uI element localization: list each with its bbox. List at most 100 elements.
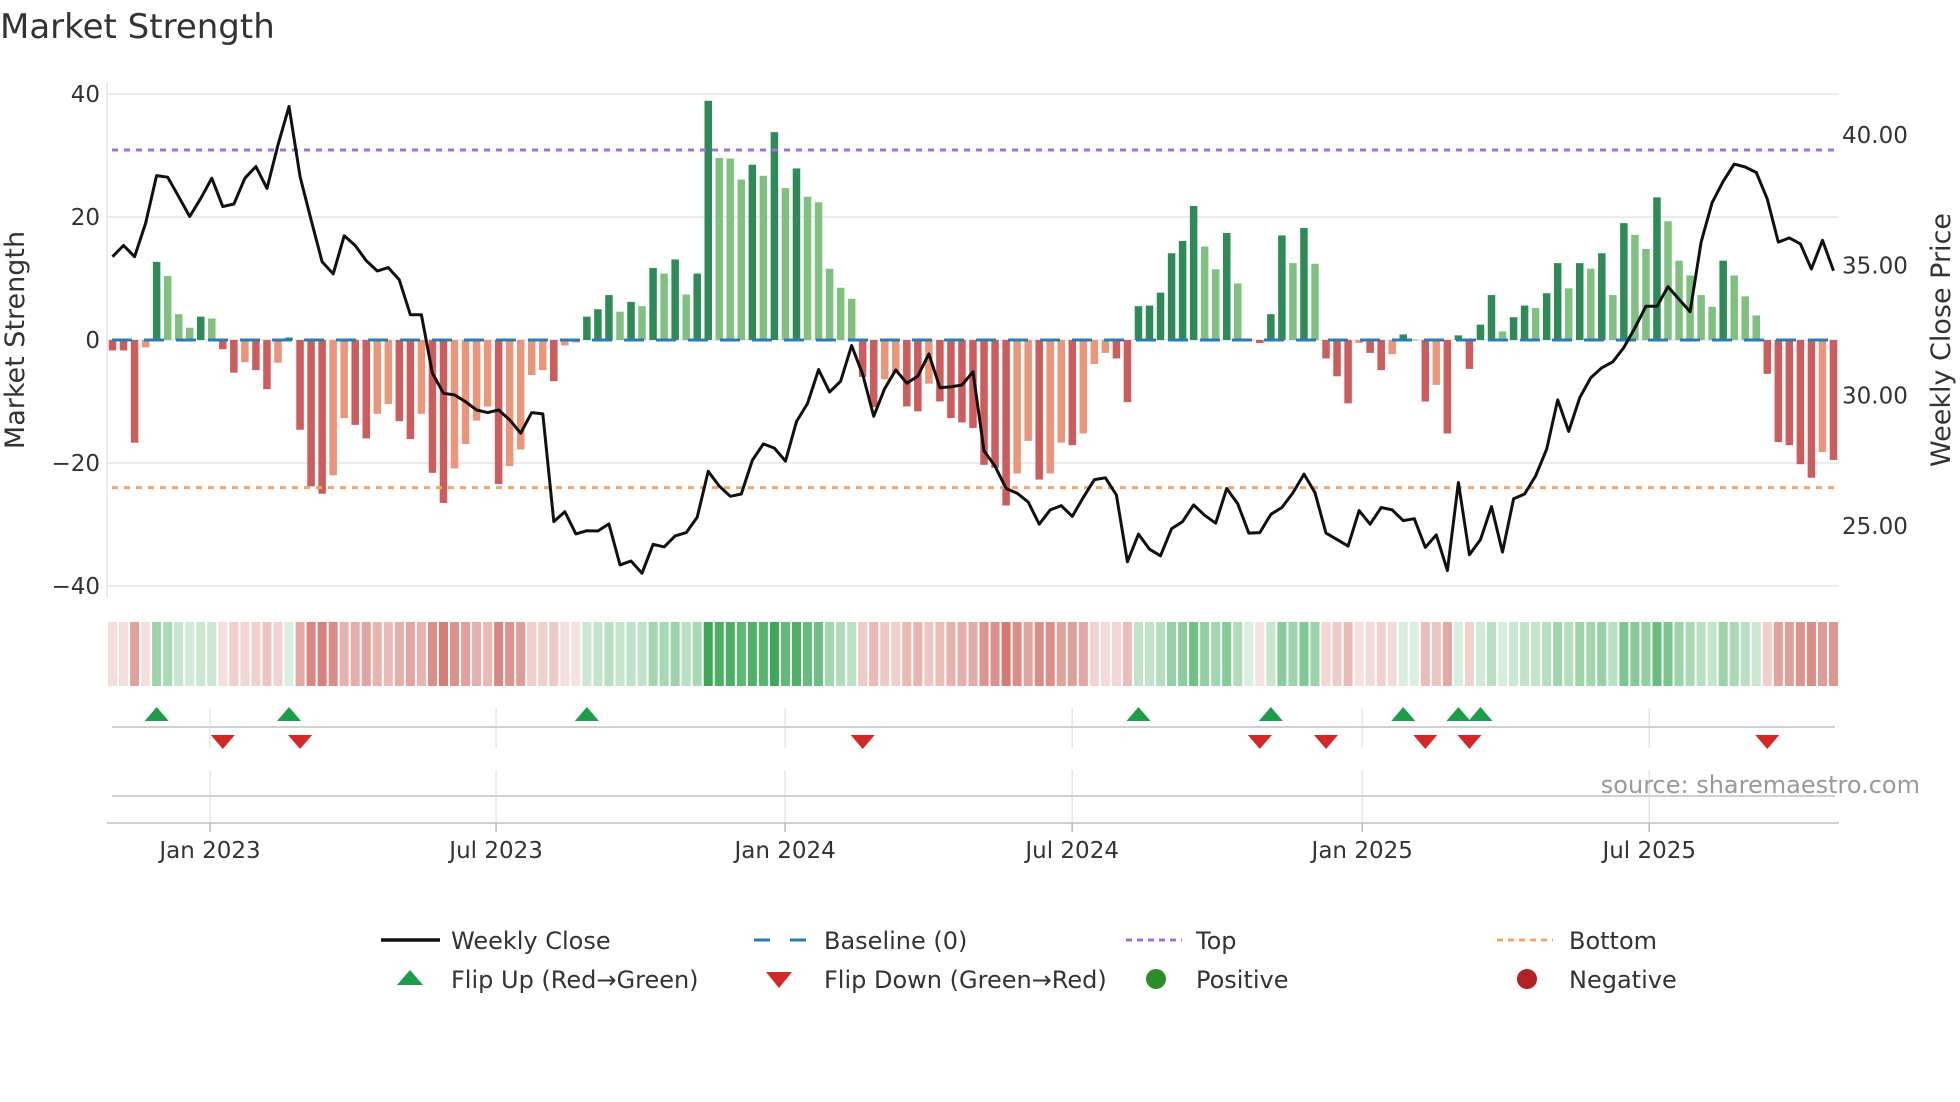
strength-bar: [947, 340, 955, 419]
heatmap-cell: [361, 622, 371, 686]
strength-bar: [318, 340, 326, 494]
heatmap-cell: [1608, 622, 1618, 686]
chart-title: Market Strength: [0, 7, 275, 47]
heatmap-cell: [1475, 622, 1485, 686]
strength-bar: [1609, 295, 1617, 340]
strength-bars: [108, 100, 1838, 506]
strength-bar: [241, 340, 249, 363]
heatmap-cell: [185, 622, 195, 686]
strength-bar: [649, 268, 657, 340]
strength-bar: [583, 316, 591, 340]
heatmap-cell: [1520, 622, 1530, 686]
heatmap-cell: [1156, 622, 1166, 686]
y2-tick-label: 30.00: [1842, 384, 1908, 410]
heatmap-cell: [626, 622, 636, 686]
heatmap-cell: [692, 622, 702, 686]
strength-bar: [174, 314, 183, 340]
strength-bar: [892, 340, 900, 373]
flip-down-marker: [1314, 735, 1339, 749]
heatmap-cell: [1299, 622, 1309, 686]
heatmap-cell: [670, 622, 680, 686]
strength-bar: [527, 340, 536, 376]
strength-bar: [483, 340, 492, 407]
flip-down-marker: [1457, 735, 1482, 749]
strength-bar: [759, 175, 768, 340]
strength-bar: [1741, 296, 1749, 340]
strength-bar: [1134, 306, 1143, 340]
heatmap-cell: [814, 622, 824, 686]
heatmap-cell: [130, 622, 140, 686]
strength-bar: [847, 298, 856, 340]
strength-bar: [1024, 340, 1032, 441]
heatmap-cell: [1718, 622, 1728, 686]
strength-bar: [605, 295, 613, 340]
strength-bar: [1366, 340, 1374, 353]
strength-bar: [329, 340, 337, 476]
heatmap-cell: [1795, 622, 1805, 686]
heatmap-cell: [1828, 622, 1838, 686]
heatmap-cell: [1509, 622, 1519, 686]
strength-bar: [1465, 340, 1474, 369]
strength-bar: [197, 316, 205, 340]
strength-bar: [1300, 228, 1308, 340]
strength-bar: [1730, 275, 1738, 340]
strength-bar: [704, 100, 712, 340]
y2-tick-label: 35.00: [1842, 253, 1908, 279]
y2-tick-label: 40.00: [1842, 123, 1908, 149]
heatmap-cell: [615, 622, 625, 686]
heatmap-cell: [273, 622, 283, 686]
legend-item-baseline: Baseline (0): [754, 927, 967, 955]
heatmap-cell: [1089, 622, 1099, 686]
x-ticks: Jan 2023 Jul 2023 Jan 2024 Jul 2024 Jan 2025…: [157, 823, 1696, 864]
strength-bar: [770, 132, 779, 340]
strength-bar: [439, 340, 448, 503]
flip-down-marker: [1247, 735, 1272, 749]
heatmap-cell: [1707, 622, 1717, 686]
heatmap-cell: [1111, 622, 1121, 686]
strength-bar: [991, 340, 999, 468]
heatmap-cell: [604, 622, 614, 686]
heatmap-cell: [461, 622, 471, 686]
y2-tick-label: 25.00: [1842, 514, 1908, 540]
heatmap-cell: [1740, 622, 1750, 686]
legend-label: Flip Up (Red→Green): [451, 966, 699, 994]
heatmap-cell: [1200, 622, 1210, 686]
strength-bar: [1531, 308, 1540, 340]
strength-bar: [1388, 340, 1396, 355]
strength-bar: [792, 168, 801, 340]
strength-bar: [1542, 293, 1551, 340]
heatmap-cell: [1211, 622, 1221, 686]
heatmap-cell: [262, 622, 272, 686]
strength-bar: [1520, 305, 1529, 340]
strength-bar: [1145, 305, 1154, 340]
x-tick-label: Jul 2025: [1600, 838, 1696, 864]
heatmap-cell: [527, 622, 537, 686]
heatmap-cell: [1067, 622, 1077, 686]
strength-heatmap-strip: [108, 622, 1838, 686]
strength-bar: [208, 318, 216, 340]
legend-item-close: Weekly Close: [381, 927, 611, 955]
heatmap-cell: [703, 622, 713, 686]
strength-bar: [616, 311, 624, 340]
flip-down-marker: [1413, 735, 1438, 749]
heatmap-cell: [1398, 622, 1408, 686]
heatmap-cell: [1266, 622, 1276, 686]
heatmap-cell: [1409, 622, 1419, 686]
legend-label: Flip Down (Green→Red): [824, 966, 1107, 994]
strength-bar: [1035, 340, 1043, 480]
left-y-ticks: 40 20 0 −20 −40: [51, 82, 100, 600]
legend-label: Top: [1195, 927, 1237, 955]
flip-up-marker: [574, 707, 599, 721]
heatmap-cell: [1387, 622, 1397, 686]
heatmap-cell: [1762, 622, 1772, 686]
y-tick-label: −20: [51, 451, 100, 477]
heatmap-cell: [350, 622, 360, 686]
strength-bar: [163, 276, 172, 340]
flip-down-marker: [288, 735, 313, 749]
heatmap-cell: [1542, 622, 1552, 686]
strength-bar: [1774, 340, 1783, 443]
heatmap-cell: [637, 622, 647, 686]
left-y-axis-title: Market Strength: [0, 231, 31, 449]
triangle-down-icon: [766, 972, 792, 988]
heatmap-cell: [1685, 622, 1695, 686]
